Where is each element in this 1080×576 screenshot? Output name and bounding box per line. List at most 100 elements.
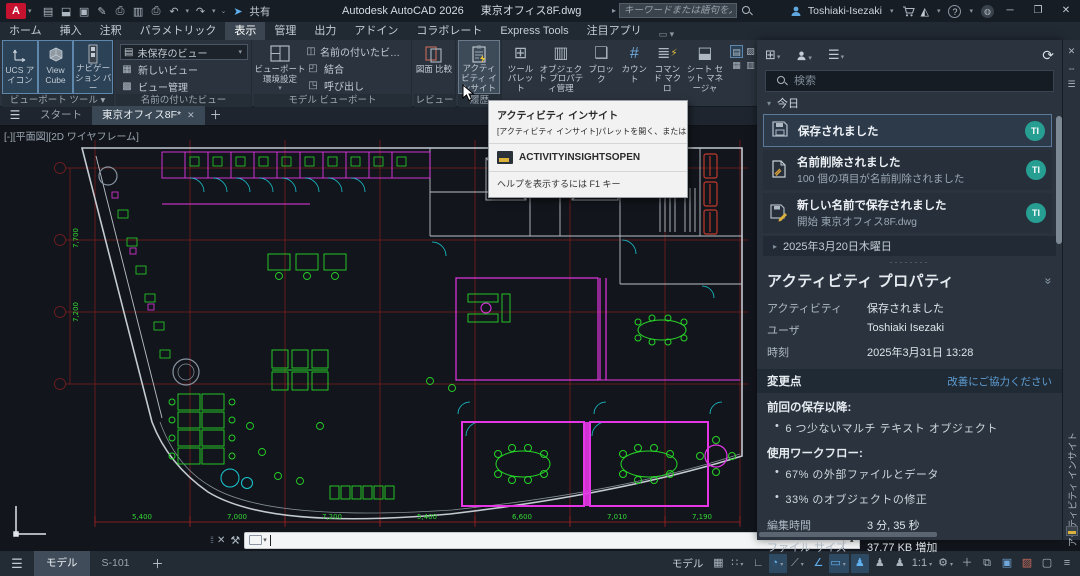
share-icon[interactable]: ➤ xyxy=(229,5,246,18)
autodesk-caret-icon[interactable]: ▾ xyxy=(937,7,941,15)
autodesk-logo-icon[interactable]: ◭ xyxy=(921,5,929,18)
publish-icon[interactable]: ▥ xyxy=(130,5,147,18)
restore-viewports-button[interactable]: ◳呼び出し xyxy=(306,78,406,93)
save-as-icon[interactable]: ✎ xyxy=(94,5,111,18)
navigation-bar-button[interactable]: ナビゲーション バー xyxy=(73,40,113,94)
user-caret-icon[interactable]: ▾ xyxy=(890,7,894,15)
group-march-20[interactable]: ▸ 2025年3月20日木曜日 xyxy=(763,236,1056,256)
named-viewports-button[interactable]: ◫名前の付いたビューポート xyxy=(306,44,406,59)
activity-item-purged[interactable]: 名前削除されました 100 個の項目が名前削除されました TI xyxy=(763,150,1052,190)
palette-splitter[interactable]: ········ xyxy=(757,258,1062,266)
share-label[interactable]: 共有 xyxy=(249,4,270,19)
plot-icon[interactable]: ⎙ xyxy=(112,5,129,18)
drawing-compare-button[interactable]: 図面 比較 xyxy=(414,40,454,94)
tab-home[interactable]: ホーム xyxy=(0,22,51,40)
tab-annotate[interactable]: 注釈 xyxy=(91,22,131,40)
user-icon[interactable] xyxy=(790,5,802,17)
panel-label-review[interactable]: レビュー xyxy=(414,94,455,107)
palette-autohide-icon[interactable]: ⇔ xyxy=(1063,63,1080,73)
view-selector-dropdown[interactable]: ▤ 未保存のビュー ▾ xyxy=(120,44,248,60)
help-caret-icon[interactable]: ▾ xyxy=(969,7,973,15)
layout-tab-s101[interactable]: S-101 xyxy=(90,551,142,576)
palette-search[interactable] xyxy=(765,70,1054,92)
user-filter-icon[interactable]: ▾ xyxy=(796,48,814,63)
view-manager-button[interactable]: ▩ビュー管理 xyxy=(120,79,251,94)
tab-drawing[interactable]: 東京オフィス8F*✕ xyxy=(92,106,205,125)
snap-mode-icon[interactable]: ∷▾ xyxy=(729,554,747,573)
palette-extra-icon-2[interactable]: ▨ xyxy=(744,45,757,58)
tab-collaborate[interactable]: コラボレート xyxy=(407,22,491,40)
close-button[interactable]: ✕ xyxy=(1052,0,1080,22)
search-icon[interactable] xyxy=(741,5,753,17)
tab-view[interactable]: 表示 xyxy=(225,22,265,40)
layout-tab-model[interactable]: モデル xyxy=(34,551,90,576)
blocks-button[interactable]: ❑ブロック xyxy=(585,40,618,94)
search-expand-icon[interactable]: ▸ xyxy=(612,6,616,15)
ucs-icon-button[interactable]: UCS アイコン xyxy=(2,40,38,94)
command-line-customize-icon[interactable]: ⚒ xyxy=(230,534,240,547)
command-line-close-icon[interactable]: ✕ xyxy=(217,535,225,546)
new-icon[interactable]: ▤ xyxy=(40,5,57,18)
tab-manage[interactable]: 管理 xyxy=(265,22,305,40)
model-space-label[interactable]: モデル xyxy=(672,556,704,571)
layout-menu-icon[interactable]: ☰ xyxy=(0,556,34,572)
open-icon[interactable]: ⬓ xyxy=(58,5,75,18)
redo-caret-icon[interactable]: ▾ xyxy=(212,7,216,15)
print-icon[interactable]: ⎙ xyxy=(148,5,165,18)
new-drawing-tab-button[interactable]: ＋ xyxy=(205,106,227,125)
panel-label-model-viewports[interactable]: モデル ビューポート xyxy=(254,94,411,107)
new-view-button[interactable]: ▦新しいビュー xyxy=(120,62,251,77)
redo-icon[interactable]: ↷ xyxy=(192,5,209,18)
minimize-button[interactable]: ─ xyxy=(996,0,1024,22)
tab-insert[interactable]: 挿入 xyxy=(51,22,91,40)
help-icon[interactable]: ? xyxy=(948,5,961,18)
command-line-drag-handle[interactable]: ⁞⁞ xyxy=(210,535,213,545)
view-options-icon[interactable]: ☰▾ xyxy=(828,47,846,63)
tab-express-tools[interactable]: Express Tools xyxy=(491,22,577,40)
count-button[interactable]: #カウント xyxy=(618,40,651,94)
qat-customize-icon[interactable]: ⌄ xyxy=(221,7,227,15)
cart-icon[interactable] xyxy=(902,5,915,17)
tab-output[interactable]: 出力 xyxy=(305,22,345,40)
sheet-set-manager-button[interactable]: ⬓シート セット マネージャ xyxy=(684,40,726,94)
file-tabs-menu-icon[interactable]: ☰ xyxy=(0,106,30,125)
ribbon-display-toggle-icon[interactable]: ▭ ▾ xyxy=(659,29,675,40)
command-input[interactable]: ▾ xyxy=(244,532,844,549)
user-name[interactable]: Toshiaki-Isezaki xyxy=(808,5,882,17)
join-viewports-button[interactable]: ◰結合 xyxy=(306,61,406,76)
view-cube-button[interactable]: View Cube xyxy=(38,40,74,94)
date-filter-icon[interactable]: ⊞▾ xyxy=(765,47,782,63)
refresh-icon[interactable]: ⟳ xyxy=(1042,47,1054,64)
activity-item-saved-as[interactable]: 新しい名前で保存されました 開始 東京オフィス8F.dwg TI xyxy=(763,193,1052,233)
grid-display-icon[interactable]: ▦ xyxy=(709,554,727,573)
properties-manager-button[interactable]: ▥オブジェクト プロパティ管理 xyxy=(537,40,585,94)
palette-extra-icon-4[interactable]: ▥ xyxy=(744,59,757,72)
logo-caret-icon[interactable]: ▾ xyxy=(28,7,32,15)
viewport-controls[interactable]: [-][平面図][2D ワイヤフレーム] xyxy=(4,128,139,143)
autocad-logo[interactable]: A xyxy=(6,3,26,19)
palette-search-input[interactable] xyxy=(794,75,1047,87)
collapse-properties-icon[interactable]: » xyxy=(1042,277,1056,284)
group-today[interactable]: ▾ 今日 xyxy=(757,92,1062,114)
palette-horizontal-scrollbar[interactable] xyxy=(759,532,937,537)
viewport-config-button[interactable]: ビューポート 環境設定▾ xyxy=(254,40,306,93)
save-icon[interactable]: ▣ xyxy=(76,5,93,18)
tab-close-icon[interactable]: ✕ xyxy=(187,110,195,120)
tab-featured-apps[interactable]: 注目アプリ xyxy=(578,22,651,40)
notification-icon[interactable]: ◍ xyxy=(981,5,994,18)
search-input[interactable] xyxy=(619,3,737,18)
palette-extra-icon-1[interactable]: ▤ xyxy=(730,45,743,58)
palette-close-icon[interactable]: ✕ xyxy=(1063,46,1080,57)
palette-properties-icon[interactable]: ☰ xyxy=(1063,79,1080,90)
tab-start[interactable]: スタート xyxy=(30,106,92,125)
activity-item-saved[interactable]: 保存されました TI xyxy=(763,114,1052,147)
undo-icon[interactable]: ↶ xyxy=(166,5,183,18)
tab-addins[interactable]: アドイン xyxy=(345,22,407,40)
tool-palettes-button[interactable]: ⊞ツール パレット xyxy=(504,40,537,94)
feedback-link[interactable]: 改善にご協力ください xyxy=(947,374,1052,389)
palette-extra-icon-3[interactable]: ▦ xyxy=(730,59,743,72)
command-macros-button[interactable]: ≣⚡コマンド マクロ xyxy=(651,40,684,94)
undo-caret-icon[interactable]: ▾ xyxy=(186,7,190,15)
tab-parametric[interactable]: パラメトリック xyxy=(131,22,226,40)
new-layout-button[interactable]: ＋ xyxy=(142,555,174,572)
